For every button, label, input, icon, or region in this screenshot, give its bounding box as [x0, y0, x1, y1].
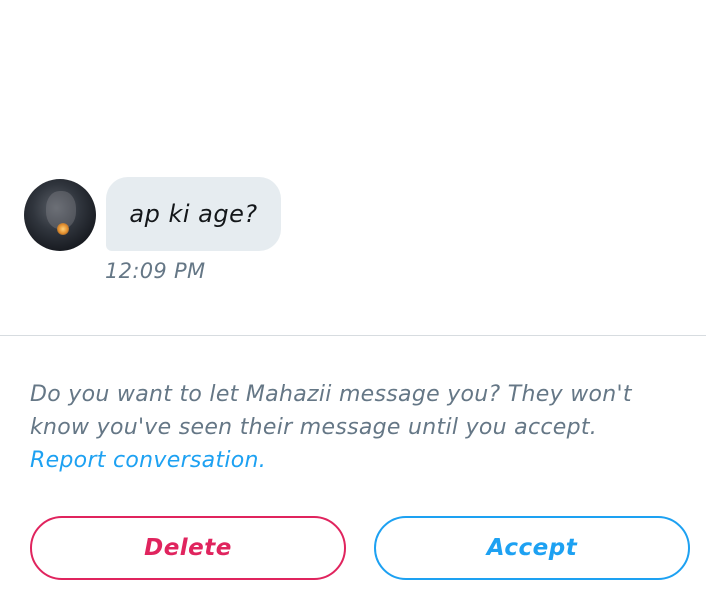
message-text: ap ki age?	[129, 200, 258, 228]
delete-button[interactable]: Delete	[30, 516, 346, 580]
message-bubble[interactable]: ap ki age?	[106, 177, 281, 251]
accept-button[interactable]: Accept	[374, 516, 690, 580]
divider	[0, 335, 706, 336]
message-request-screen: ap ki age? 12:09 PM Do you want to let M…	[0, 0, 706, 614]
report-conversation-link[interactable]: Report conversation.	[30, 448, 266, 473]
message-timestamp: 12:09 PM	[105, 259, 206, 283]
prompt-text: Do you want to let Mahazii message you? …	[30, 382, 632, 440]
sender-avatar[interactable]	[24, 179, 96, 251]
message-request-prompt: Do you want to let Mahazii message you? …	[30, 378, 690, 477]
avatar-lighter-glow	[57, 223, 69, 235]
